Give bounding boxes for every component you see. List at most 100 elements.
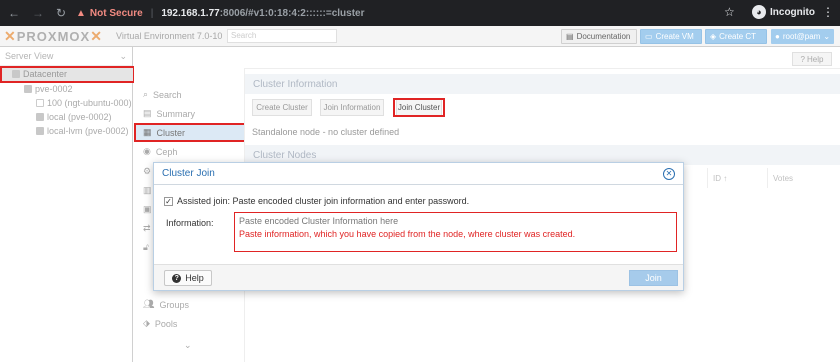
- url-path: :8006/#v1:0:18:4:2::::::=cluster: [219, 7, 365, 19]
- tree-item-vm[interactable]: 100 (ngt-ubuntu-000): [36, 98, 132, 108]
- create-ct-label: Create CT: [719, 32, 757, 41]
- create-ct-button[interactable]: ◈ Create CT: [705, 29, 767, 44]
- address-divider: |: [150, 7, 154, 19]
- create-vm-label: Create VM: [655, 32, 694, 41]
- tree-item-label: 100 (ngt-ubuntu-000): [47, 98, 132, 108]
- nav-item-label: Pools: [154, 318, 178, 329]
- assisted-join-label: Assisted join: Paste encoded cluster joi…: [177, 196, 470, 206]
- tree-header[interactable]: Server View ⌄: [0, 47, 132, 66]
- search-input[interactable]: Search: [227, 29, 337, 43]
- dialog-title: Cluster Join: [162, 168, 215, 179]
- question-icon: ?: [172, 273, 182, 283]
- app-header: ✕ PROXMOX ✕ Virtual Environment 7.0-10 S…: [0, 26, 840, 47]
- floppy-icon: ▣: [143, 204, 152, 214]
- chevron-down-icon: ⌄: [184, 340, 192, 350]
- user-icon: ●: [775, 32, 780, 41]
- join-information-button[interactable]: Join Information: [320, 99, 384, 116]
- version-label: Virtual Environment 7.0-10: [116, 31, 223, 41]
- gear-icon: ⚙: [143, 166, 152, 176]
- server-icon: [24, 85, 32, 93]
- help-button[interactable]: ? Help: [792, 52, 832, 66]
- search-icon: ⌕: [143, 89, 149, 99]
- create-cluster-button[interactable]: Create Cluster: [252, 99, 312, 116]
- vm-icon: [36, 99, 44, 107]
- incognito-indicator[interactable]: ◕ Incognito: [752, 5, 815, 19]
- user-label: root@pam: [782, 32, 821, 41]
- cluster-join-dialog: Cluster Join ✕ ✓ Assisted join: Paste en…: [153, 162, 684, 291]
- storage-icon: [36, 113, 44, 121]
- nav-item-search[interactable]: ⌕ Search: [134, 85, 244, 104]
- highlight-datacenter: [0, 66, 135, 83]
- nav-item-ceph[interactable]: ◉ Ceph: [134, 142, 244, 161]
- documentation-button[interactable]: ▤ Documentation: [561, 29, 637, 44]
- logo-x-icon: ✕: [90, 28, 103, 44]
- assisted-join-option[interactable]: ✓ Assisted join: Paste encoded cluster j…: [164, 196, 469, 206]
- logo-x-icon: ✕: [4, 28, 17, 44]
- highlight-join-cluster: [393, 98, 445, 117]
- nav-item-label: Search: [153, 89, 182, 100]
- dialog-header: Cluster Join ✕: [154, 163, 683, 185]
- storage-icon: [36, 127, 44, 135]
- tree-view-label: Server View: [5, 51, 54, 61]
- bookmark-star-icon[interactable]: ☆: [724, 5, 735, 19]
- cluster-info-title: Cluster Information: [245, 74, 840, 94]
- chevron-down-icon: ⌄: [823, 32, 831, 41]
- users-icon: 👥︎: [143, 299, 155, 309]
- column-header-votes[interactable]: Votes: [767, 168, 840, 188]
- tree-item-label: local (pve-0002): [47, 112, 112, 122]
- cube-icon: ◈: [710, 32, 717, 41]
- nav-item-pools[interactable]: ⬗ Pools: [134, 314, 244, 333]
- tags-icon: ⬗: [143, 318, 150, 328]
- proxmox-logo: ✕ PROXMOX ✕: [4, 28, 103, 45]
- information-field[interactable]: Paste encoded Cluster Information here P…: [234, 212, 677, 252]
- dialog-help-button[interactable]: ? Help: [164, 270, 212, 286]
- tree-item-label: local-lvm (pve-0002): [47, 126, 129, 136]
- incognito-icon: ◕: [752, 5, 766, 19]
- reload-icon[interactable]: ↻: [56, 6, 66, 20]
- retweet-icon: ⇄: [143, 223, 151, 233]
- tree-item-node[interactable]: pve-0002: [24, 84, 73, 94]
- address-bar[interactable]: ▲ Not Secure | 192.168.1.77 :8006/#v1:0:…: [76, 4, 762, 22]
- nav-item-summary[interactable]: ▤ Summary: [134, 104, 244, 123]
- unlock-icon: 🔓︎: [143, 242, 149, 252]
- browser-menu-icon[interactable]: ⋮: [822, 5, 834, 19]
- column-header-id[interactable]: ID ↑: [707, 168, 767, 188]
- create-vm-button[interactable]: ▭ Create VM: [640, 29, 702, 44]
- tree-item-label: pve-0002: [35, 84, 73, 94]
- information-label: Information:: [166, 218, 214, 228]
- documentation-label: Documentation: [576, 32, 631, 41]
- forward-arrow-icon[interactable]: →: [32, 6, 44, 20]
- database-icon: ▥: [143, 185, 152, 195]
- browser-toolbar: ← → ↻ ▲ Not Secure | 192.168.1.77 :8006/…: [0, 0, 840, 26]
- instruction-annotation: Paste information, which you have copied…: [239, 229, 576, 239]
- book-icon: ▤: [143, 108, 152, 118]
- chevron-down-icon: ⌄: [119, 50, 127, 61]
- assisted-join-checkbox[interactable]: ✓: [164, 196, 173, 206]
- incognito-label: Incognito: [770, 6, 815, 18]
- nav-item-label: Summary: [156, 108, 196, 119]
- back-arrow-icon[interactable]: ←: [8, 6, 20, 20]
- ceph-icon: ◉: [143, 146, 151, 156]
- tree-item-storage-lvm[interactable]: local-lvm (pve-0002): [36, 126, 129, 136]
- information-placeholder: Paste encoded Cluster Information here: [239, 216, 399, 226]
- resource-tree: Server View ⌄ Datacenter pve-0002 100 (n…: [0, 47, 133, 362]
- cluster-status-text: Standalone node - no cluster defined: [252, 127, 400, 137]
- url-host: 192.168.1.77: [161, 7, 220, 19]
- book-icon: ▤: [566, 32, 574, 41]
- nav-item-groups[interactable]: 👥︎ Groups: [134, 295, 244, 314]
- question-icon: ?: [800, 54, 805, 64]
- dialog-footer: ? Help Join: [154, 264, 683, 290]
- logo-text: PROXMOX: [16, 29, 91, 44]
- tree-item-storage-local[interactable]: local (pve-0002): [36, 112, 112, 122]
- warning-icon: ▲: [76, 7, 86, 19]
- help-label: Help: [807, 54, 824, 64]
- close-icon[interactable]: ✕: [663, 167, 675, 180]
- highlight-cluster: [134, 123, 246, 142]
- join-button[interactable]: Join: [629, 270, 678, 286]
- user-menu-button[interactable]: ● root@pam ⌄: [771, 29, 834, 44]
- dialog-help-label: Help: [185, 273, 204, 283]
- nav-scroll-down[interactable]: ⌄: [134, 336, 244, 355]
- security-status[interactable]: Not Secure: [90, 8, 143, 19]
- nav-item-label: Groups: [159, 299, 189, 310]
- monitor-icon: ▭: [645, 32, 653, 41]
